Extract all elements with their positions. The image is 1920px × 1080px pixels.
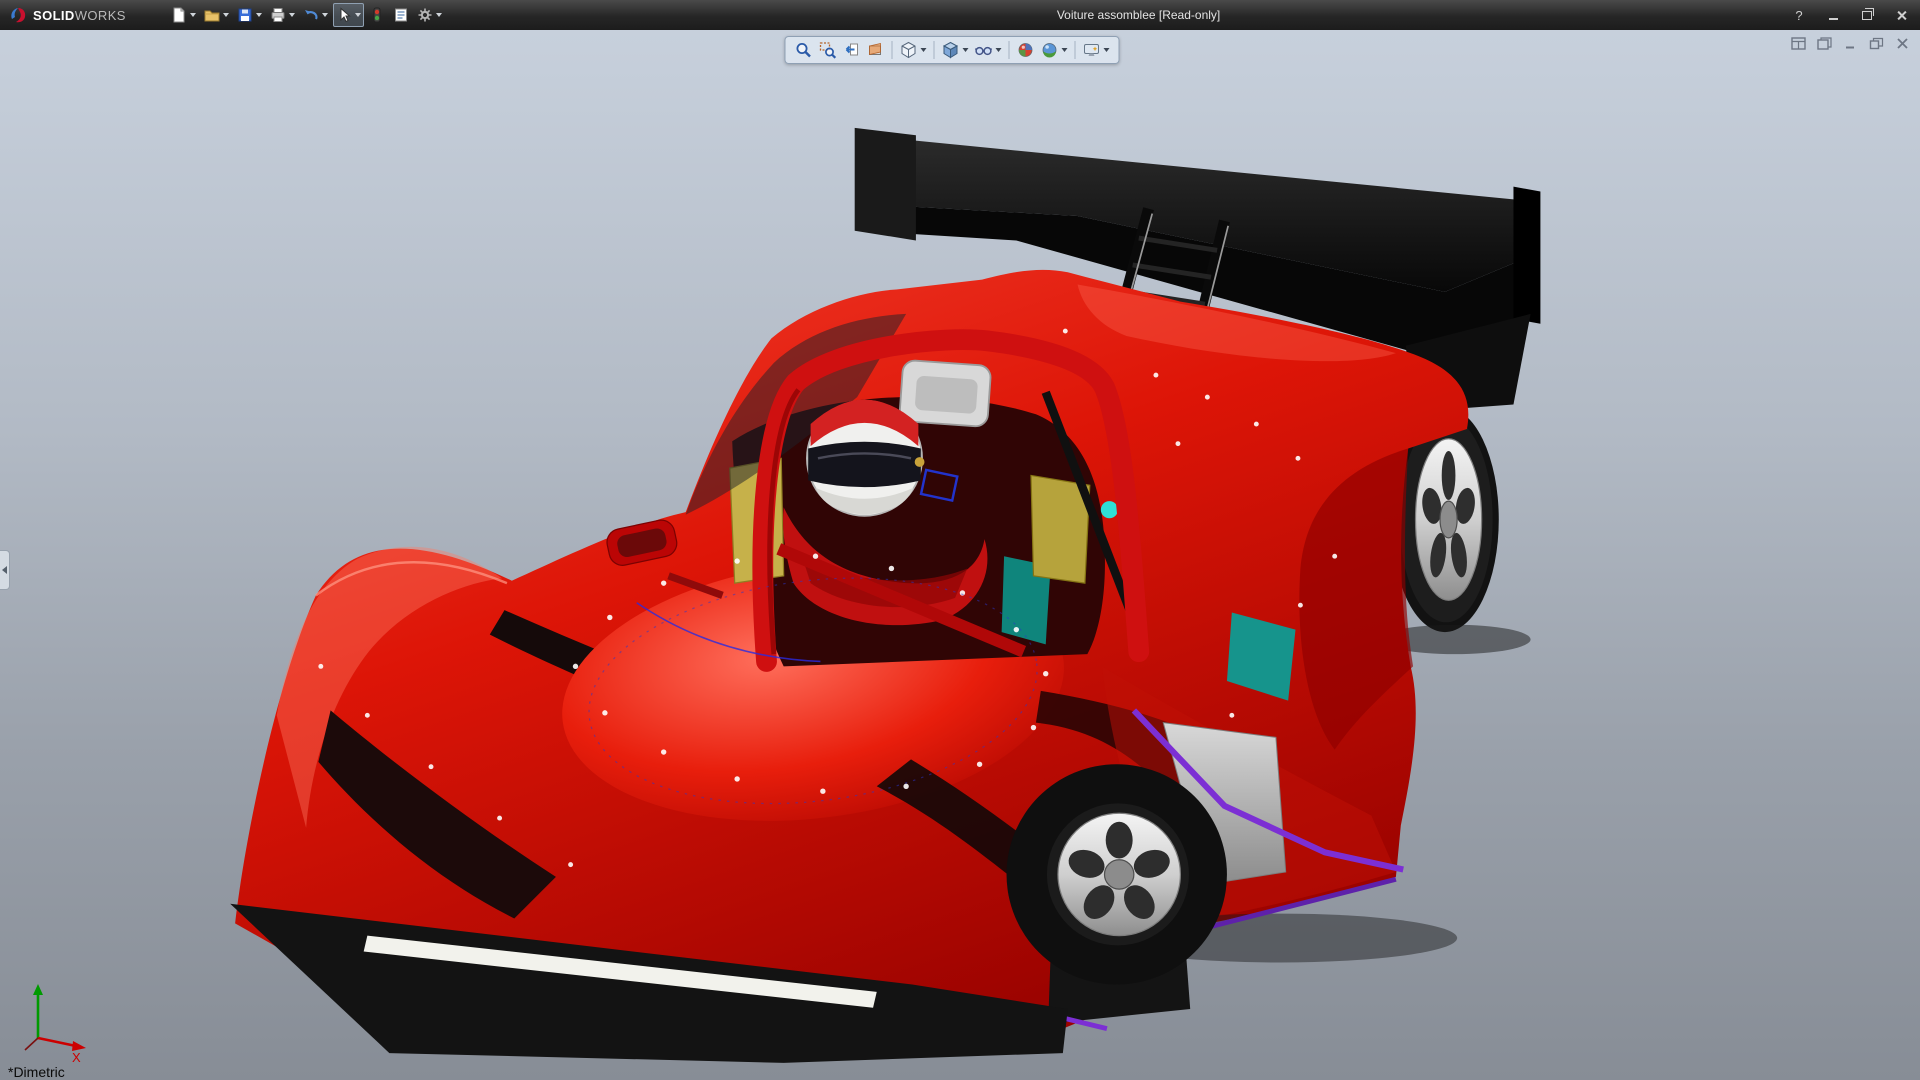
- panel-splitter-handle[interactable]: [0, 550, 10, 590]
- zoom-to-area-icon: [819, 41, 837, 59]
- window-title: Voiture assomblee [Read-only]: [1057, 8, 1220, 22]
- undo-button[interactable]: [300, 3, 331, 27]
- minimize-window-icon: [1843, 37, 1858, 50]
- print-icon: [270, 7, 286, 23]
- display-style-icon: [942, 41, 960, 59]
- apply-scene-button[interactable]: [1039, 40, 1070, 60]
- child-window-controls: [1789, 35, 1912, 51]
- dropdown-caret-icon: [1104, 48, 1110, 52]
- new-window-icon: [1817, 37, 1832, 50]
- new-document-button[interactable]: [168, 3, 199, 27]
- rebuild-icon: [369, 7, 385, 23]
- titlebar: SOLIDWORKS: [0, 0, 1920, 30]
- minimize-button[interactable]: [1824, 6, 1842, 24]
- close-window-icon: [1895, 37, 1910, 50]
- collapse-arrow-icon: [2, 566, 7, 574]
- close-icon: [1896, 10, 1907, 21]
- hide-show-glasses-icon: [975, 41, 993, 59]
- zoom-to-fit-button[interactable]: [793, 40, 815, 60]
- apply-scene-ball-icon: [1041, 41, 1059, 59]
- new-document-icon: [171, 7, 187, 23]
- previous-view-icon: [843, 41, 861, 59]
- brand-works: WORKS: [75, 8, 126, 23]
- visor: [808, 442, 921, 487]
- dropdown-caret-icon: [963, 48, 969, 52]
- orientation-triad: X: [14, 980, 106, 1064]
- hide-show-items-button[interactable]: [973, 40, 1004, 60]
- file-properties-button[interactable]: [390, 3, 412, 27]
- window-controls: ?: [1790, 6, 1910, 24]
- dropdown-caret-icon: [996, 48, 1002, 52]
- edit-appearance-ball-icon: [1017, 41, 1035, 59]
- select-tool-button[interactable]: [333, 3, 364, 27]
- section-view-button[interactable]: [865, 40, 887, 60]
- dropdown-caret-icon: [1062, 48, 1068, 52]
- section-view-icon: [867, 41, 885, 59]
- dropdown-caret-icon: [355, 13, 361, 17]
- save-button[interactable]: [234, 3, 265, 27]
- titlebar-toolbar: [168, 3, 445, 27]
- minimize-window-button[interactable]: [1841, 35, 1860, 51]
- dropdown-caret-icon: [289, 13, 295, 17]
- headrest-box: [899, 360, 991, 427]
- minimize-icon: [1829, 18, 1838, 20]
- restore-window-icon: [1869, 37, 1884, 50]
- y-axis-arrow-icon: [33, 984, 43, 995]
- zoom-to-fit-icon: [795, 41, 813, 59]
- view-orientation-label: *Dimetric: [8, 1064, 65, 1080]
- tile-windows-button[interactable]: [1789, 35, 1808, 51]
- dropdown-caret-icon: [256, 13, 262, 17]
- dropdown-caret-icon: [190, 13, 196, 17]
- save-icon: [237, 7, 253, 23]
- close-button[interactable]: [1892, 6, 1910, 24]
- undo-icon: [303, 7, 319, 23]
- help-button[interactable]: ?: [1790, 6, 1808, 24]
- view-settings-button[interactable]: [1081, 40, 1112, 60]
- rear-left-wheel: [1007, 764, 1227, 984]
- dropdown-caret-icon: [436, 13, 442, 17]
- view-orientation-cube-icon: [900, 41, 918, 59]
- graphics-area[interactable]: X *Dimetric: [0, 30, 1920, 1080]
- file-properties-icon: [393, 7, 409, 23]
- select-cursor-icon: [336, 7, 352, 23]
- restore-button[interactable]: [1858, 6, 1876, 24]
- toolbar-separator: [1075, 41, 1076, 59]
- headsup-view-toolbar: [785, 36, 1120, 64]
- restore-icon: [1862, 11, 1872, 20]
- rebuild-button[interactable]: [366, 3, 388, 27]
- solidworks-logo: SOLIDWORKS: [8, 5, 126, 25]
- open-button[interactable]: [201, 3, 232, 27]
- toolbar-separator: [934, 41, 935, 59]
- close-window-button[interactable]: [1893, 35, 1912, 51]
- dassault-systemes-logo-icon: [8, 5, 28, 25]
- options-button[interactable]: [414, 3, 445, 27]
- dropdown-caret-icon: [322, 13, 328, 17]
- x-axis-label: X: [72, 1050, 81, 1064]
- view-orientation-button[interactable]: [898, 40, 929, 60]
- model-viewport[interactable]: [0, 30, 1920, 1080]
- toolbar-separator: [1009, 41, 1010, 59]
- brand-solid: SOLID: [33, 8, 75, 23]
- zoom-to-area-button[interactable]: [817, 40, 839, 60]
- restore-window-button[interactable]: [1867, 35, 1886, 51]
- dropdown-caret-icon: [223, 13, 229, 17]
- edit-appearance-button[interactable]: [1015, 40, 1037, 60]
- help-icon: ?: [1795, 8, 1802, 23]
- tile-windows-icon: [1791, 37, 1806, 50]
- view-settings-icon: [1083, 41, 1101, 59]
- options-gear-icon: [417, 7, 433, 23]
- display-style-button[interactable]: [940, 40, 971, 60]
- car-model: [230, 128, 1540, 1063]
- open-folder-icon: [204, 7, 220, 23]
- brand-text: SOLIDWORKS: [33, 8, 126, 23]
- print-button[interactable]: [267, 3, 298, 27]
- toolbar-separator: [892, 41, 893, 59]
- dropdown-caret-icon: [921, 48, 927, 52]
- previous-view-button[interactable]: [841, 40, 863, 60]
- new-window-button[interactable]: [1815, 35, 1834, 51]
